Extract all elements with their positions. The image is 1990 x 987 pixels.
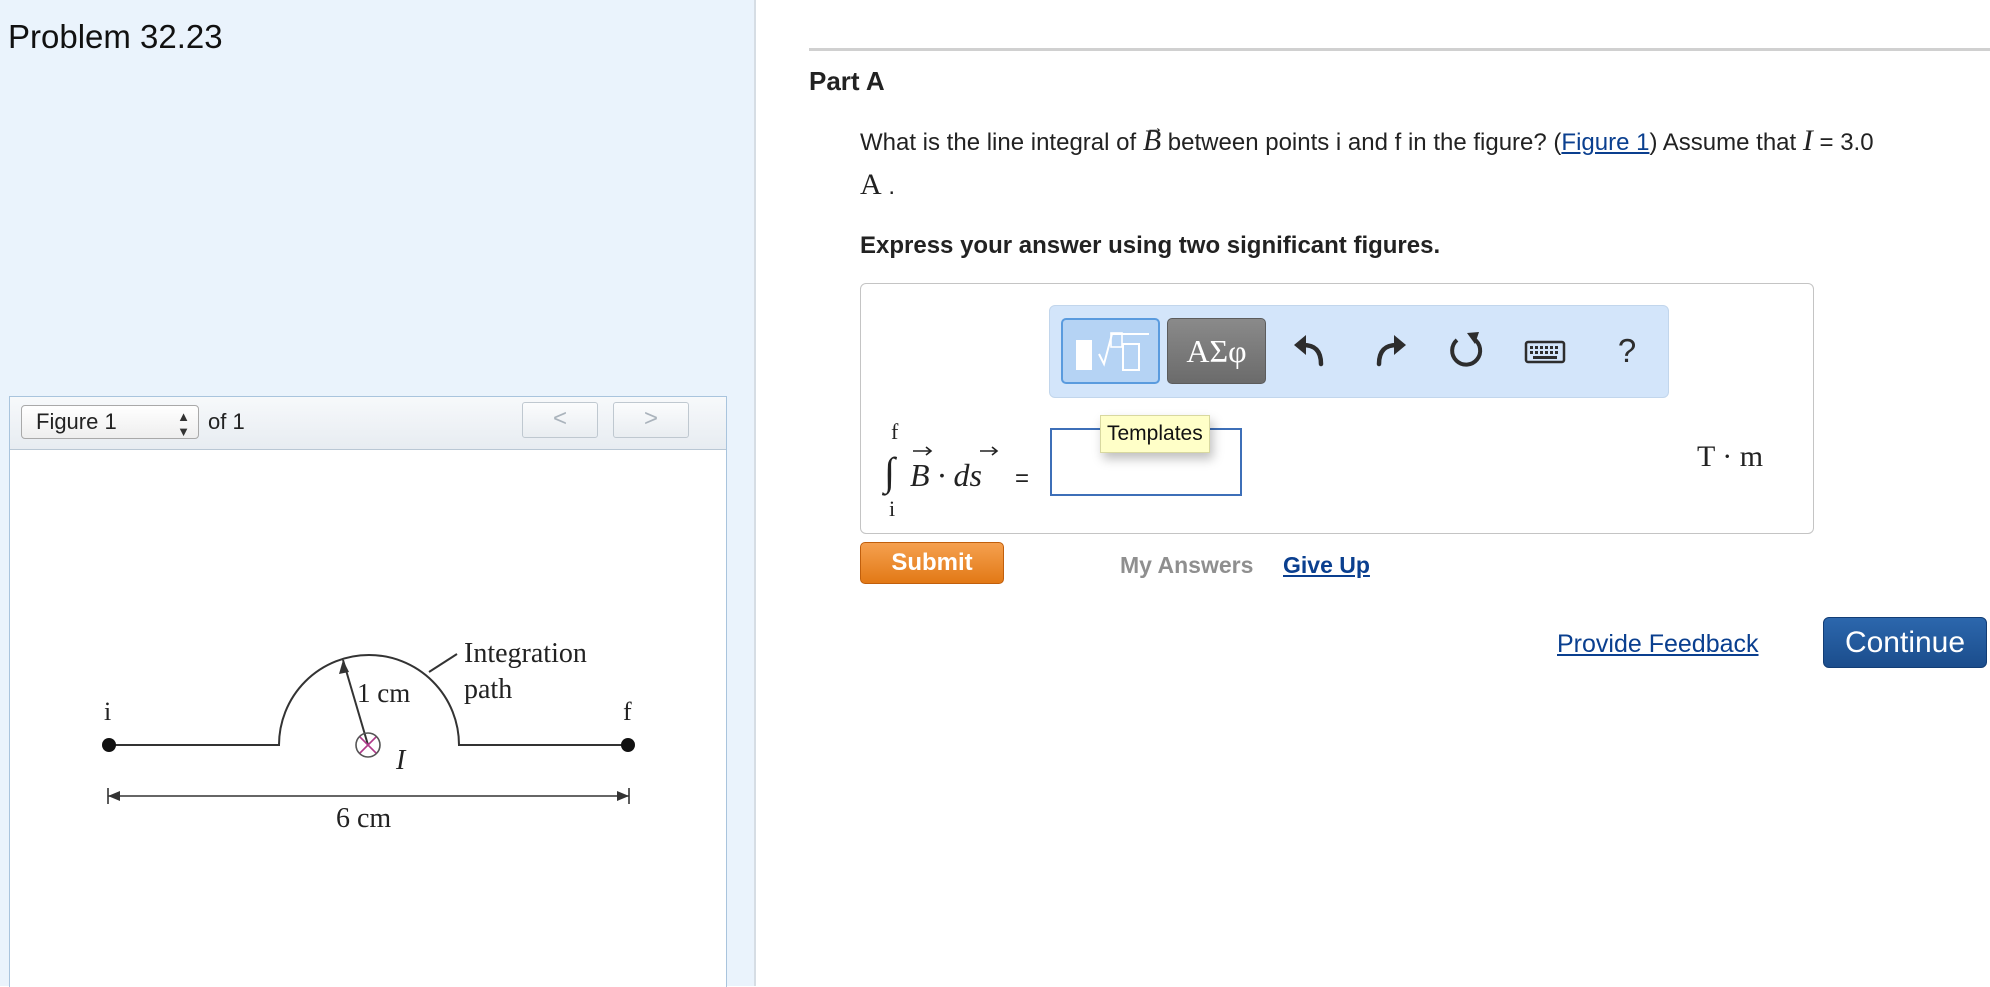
question-part: between points i and f in the figure? ( bbox=[1161, 129, 1562, 156]
my-answers-label: My Answers bbox=[1120, 552, 1254, 578]
integral-expression: f ∫ i B · ds = bbox=[881, 419, 1029, 519]
vector-arrow-icon: → bbox=[1145, 117, 1164, 137]
figure-link[interactable]: Figure 1 bbox=[1561, 129, 1649, 156]
integral-upper-limit: f bbox=[891, 419, 899, 444]
instruction-text: Express your answer using two significan… bbox=[860, 232, 1441, 259]
main-content: Part A What is the line integral of B → b… bbox=[754, 0, 1990, 986]
current-unit: A bbox=[860, 168, 882, 201]
figure-select-value: Figure 1 bbox=[36, 409, 117, 434]
width-label: 6 cm bbox=[336, 803, 391, 834]
start-label: i bbox=[104, 697, 111, 726]
undo-button[interactable] bbox=[1284, 318, 1340, 384]
submit-button[interactable]: Submit bbox=[860, 542, 1004, 584]
redo-button[interactable] bbox=[1360, 318, 1416, 384]
figure-select[interactable]: Figure 1 ▲ ▼ bbox=[21, 405, 199, 439]
question-period: . bbox=[881, 173, 896, 200]
end-point bbox=[621, 738, 635, 752]
radius-label: 1 cm bbox=[357, 678, 410, 708]
ds-vector-arrow-icon bbox=[980, 446, 999, 456]
keyboard-button[interactable] bbox=[1518, 318, 1574, 384]
reset-icon bbox=[1450, 332, 1483, 367]
previous-figure-button[interactable]: < bbox=[522, 402, 598, 438]
give-up-link[interactable]: Give Up bbox=[1283, 552, 1370, 579]
math-toolbar: ΑΣφ ? bbox=[1049, 305, 1669, 398]
answer-box: ΑΣφ ? Templates f ∫ i B · ds = T · m bbox=[860, 283, 1814, 534]
integral-lower-limit: i bbox=[889, 496, 895, 519]
figure-panel: Figure 1 ▲ ▼ of 1 < > i f 1 cm I Integra… bbox=[9, 396, 727, 987]
b-vector-arrow-icon bbox=[913, 446, 933, 456]
answer-units: T · m bbox=[1697, 440, 1764, 473]
part-title: Part A bbox=[809, 66, 885, 96]
undo-icon bbox=[1294, 335, 1324, 367]
divider bbox=[809, 48, 1990, 51]
figure-toolbar: Figure 1 ▲ ▼ of 1 < > bbox=[10, 397, 726, 450]
integral-expression-text: B · ds bbox=[910, 457, 982, 493]
path-label-line2: path bbox=[464, 674, 512, 705]
problem-title: Problem 32.23 bbox=[8, 18, 223, 55]
question-part: ) Assume that bbox=[1649, 129, 1803, 156]
current-symbol: I bbox=[1802, 124, 1813, 157]
b-vector-symbol: B → bbox=[1143, 117, 1164, 162]
question-text: What is the line integral of B → between … bbox=[860, 117, 1985, 208]
path-leader-line bbox=[428, 653, 458, 673]
templates-tooltip: Templates bbox=[1100, 415, 1210, 453]
continue-button[interactable]: Continue bbox=[1823, 617, 1987, 668]
question-part: What is the line integral of bbox=[860, 129, 1143, 156]
path-label-line1: Integration bbox=[464, 638, 587, 669]
current-value: = 3.0 bbox=[1812, 129, 1874, 156]
templates-icon bbox=[1076, 332, 1149, 371]
start-point bbox=[102, 738, 116, 752]
figure-diagram: i f 1 cm I Integration path 6 cm bbox=[102, 638, 635, 834]
figure-count: of 1 bbox=[208, 409, 245, 434]
select-arrows-icon: ▲ ▼ bbox=[177, 409, 190, 439]
greek-symbols-button[interactable]: ΑΣφ bbox=[1167, 318, 1266, 384]
current-label: I bbox=[395, 745, 407, 776]
end-label: f bbox=[623, 697, 632, 726]
integral-equals: = bbox=[1015, 465, 1029, 492]
help-button[interactable]: ? bbox=[1599, 318, 1655, 384]
reset-button[interactable] bbox=[1437, 318, 1493, 384]
redo-icon bbox=[1376, 335, 1406, 367]
keyboard-icon bbox=[1524, 340, 1566, 364]
integral-sign: ∫ bbox=[881, 449, 898, 496]
problem-sidebar: Problem 32.23 Figure 1 ▲ ▼ of 1 < > i f … bbox=[0, 0, 756, 987]
provide-feedback-link[interactable]: Provide Feedback bbox=[1557, 630, 1759, 659]
next-figure-button[interactable]: > bbox=[613, 402, 689, 438]
templates-button[interactable] bbox=[1061, 318, 1160, 384]
